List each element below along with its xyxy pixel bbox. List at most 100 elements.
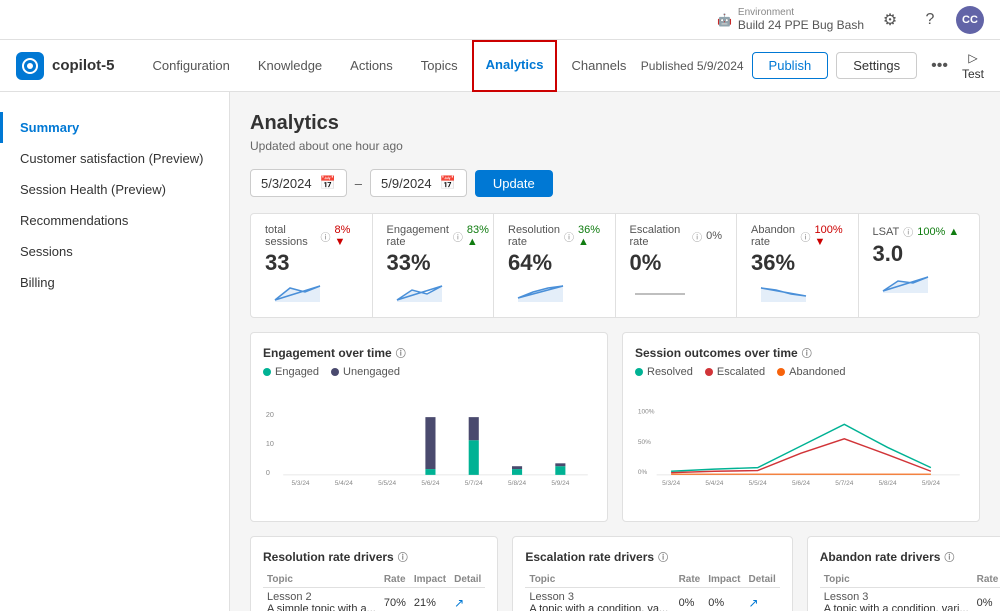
escalation-drivers-card: Escalation rate drivers ⓘ Topic Rate Imp… — [512, 536, 792, 611]
session-svg: 100% 50% 0% 5/3/24 5/4/24 5/5/24 5/6/24 … — [635, 386, 967, 506]
test-button[interactable]: ▷ Test — [962, 51, 984, 81]
escalated-dot — [705, 368, 713, 376]
robot-icon: 🤖 — [717, 13, 732, 27]
info-icon-3[interactable]: ⓘ — [564, 229, 574, 244]
escalation-info-icon[interactable]: ⓘ — [658, 549, 668, 564]
escalation-table: Topic Rate Impact Detail Lesson 3 A topi… — [525, 572, 779, 611]
nav-actions[interactable]: Actions — [336, 40, 407, 92]
date-separator: – — [355, 176, 362, 191]
engaged-dot — [263, 368, 271, 376]
test-icon: ▷ — [968, 51, 977, 65]
env-label: Environment — [738, 7, 864, 18]
settings-button[interactable]: Settings — [836, 52, 917, 79]
svg-text:5/7/24: 5/7/24 — [835, 480, 853, 487]
resolution-info-icon[interactable]: ⓘ — [398, 549, 408, 564]
brand: copilot-5 — [16, 52, 115, 80]
nav-knowledge[interactable]: Knowledge — [244, 40, 336, 92]
svg-text:5/9/24: 5/9/24 — [551, 480, 569, 487]
calendar-icon-2: 📅 — [440, 175, 456, 191]
svg-text:5/3/24: 5/3/24 — [292, 480, 310, 487]
escalation-detail-link[interactable]: ↗ — [748, 596, 758, 610]
metric-total-sessions: total sessions ⓘ 8% ▼ 33 — [251, 214, 373, 317]
nav-channels[interactable]: Channels — [557, 40, 640, 92]
brand-name: copilot-5 — [52, 57, 115, 74]
updated-label: Updated about one hour ago — [250, 139, 980, 153]
nav-topics[interactable]: Topics — [407, 40, 472, 92]
nav-analytics[interactable]: Analytics — [472, 40, 558, 92]
info-icon[interactable]: ⓘ — [320, 229, 330, 244]
calendar-icon: 📅 — [320, 175, 336, 191]
metric-escalation-rate: Escalation rate ⓘ 0% 0% — [616, 214, 738, 317]
svg-text:5/3/24: 5/3/24 — [662, 480, 680, 487]
resolved-dot — [635, 368, 643, 376]
gear-button[interactable]: ⚙ — [876, 6, 904, 34]
detail-link[interactable]: ↗ — [454, 596, 464, 610]
table-row: Lesson 3 A topic with a condition, va...… — [525, 588, 779, 611]
env-info: 🤖 Environment Build 24 PPE Bug Bash — [717, 7, 864, 32]
svg-text:20: 20 — [266, 410, 274, 419]
svg-text:5/5/24: 5/5/24 — [378, 480, 396, 487]
svg-text:100%: 100% — [638, 409, 655, 416]
svg-text:5/6/24: 5/6/24 — [792, 480, 810, 487]
top-bar: 🤖 Environment Build 24 PPE Bug Bash ⚙ ? … — [0, 0, 1000, 40]
abandon-table: Topic Rate Impact Detail Lesson 3 A topi… — [820, 572, 1000, 611]
nav-bar: copilot-5 Configuration Knowledge Action… — [0, 40, 1000, 92]
metric-lsat: LSAT ⓘ 100% ▲ 3.0 — [859, 214, 980, 317]
metric-engagement-rate: Engagement rate ⓘ 83% ▲ 33% — [373, 214, 495, 317]
sidebar-item-billing[interactable]: Billing — [0, 267, 229, 298]
session-info-icon[interactable]: ⓘ — [802, 345, 812, 360]
svg-text:5/5/24: 5/5/24 — [749, 480, 767, 487]
nav-right: Published 5/9/2024 Publish Settings ••• … — [641, 51, 984, 81]
resolution-table: Topic Rate Impact Detail Lesson 2 A simp… — [263, 572, 485, 611]
svg-text:5/4/24: 5/4/24 — [705, 480, 723, 487]
svg-text:5/6/24: 5/6/24 — [421, 480, 439, 487]
table-row: Lesson 2 A simple topic with a... 70% 21… — [263, 588, 485, 611]
avatar-button[interactable]: CC — [956, 6, 984, 34]
env-name: Build 24 PPE Bug Bash — [738, 18, 864, 32]
charts-row: Engagement over time ⓘ Engaged Unengaged — [250, 332, 980, 522]
resolution-drivers-card: Resolution rate drivers ⓘ Topic Rate Imp… — [250, 536, 498, 611]
date-from-input[interactable]: 5/3/2024 📅 — [250, 169, 347, 197]
svg-text:0%: 0% — [638, 469, 648, 476]
more-button[interactable]: ••• — [925, 53, 954, 79]
sidebar-item-session-health[interactable]: Session Health (Preview) — [0, 174, 229, 205]
nav-links: Configuration Knowledge Actions Topics A… — [139, 40, 641, 92]
main-layout: Summary Customer satisfaction (Preview) … — [0, 92, 1000, 611]
date-to-input[interactable]: 5/9/2024 📅 — [370, 169, 467, 197]
sidebar-item-summary[interactable]: Summary — [0, 112, 229, 143]
help-button[interactable]: ? — [916, 6, 944, 34]
engagement-info-icon[interactable]: ⓘ — [396, 345, 406, 360]
svg-text:5/7/24: 5/7/24 — [465, 480, 483, 487]
drivers-row: Resolution rate drivers ⓘ Topic Rate Imp… — [250, 536, 980, 611]
date-range-row: 5/3/2024 📅 – 5/9/2024 📅 Update — [250, 169, 980, 197]
published-date: Published 5/9/2024 — [641, 59, 744, 73]
sidebar-item-sessions[interactable]: Sessions — [0, 236, 229, 267]
svg-text:5/9/24: 5/9/24 — [922, 480, 940, 487]
table-row: Lesson 3 A topic with a condition, vari.… — [820, 588, 1000, 611]
sidebar-item-recommendations[interactable]: Recommendations — [0, 205, 229, 236]
info-icon-4[interactable]: ⓘ — [692, 229, 702, 244]
session-legend: Resolved Escalated Abandoned — [635, 366, 967, 378]
publish-button[interactable]: Publish — [752, 52, 829, 79]
update-button[interactable]: Update — [475, 170, 553, 197]
abandon-drivers-card: Abandon rate drivers ⓘ Topic Rate Impact… — [807, 536, 1000, 611]
info-icon-2[interactable]: ⓘ — [453, 229, 463, 244]
svg-text:10: 10 — [266, 439, 274, 448]
svg-text:0: 0 — [266, 468, 270, 477]
info-icon-6[interactable]: ⓘ — [903, 224, 913, 239]
metric-abandon-rate: Abandon rate ⓘ 100% ▼ 36% — [737, 214, 859, 317]
engagement-legend: Engaged Unengaged — [263, 366, 595, 378]
page-title: Analytics — [250, 112, 980, 135]
info-icon-5[interactable]: ⓘ — [801, 229, 811, 244]
sidebar: Summary Customer satisfaction (Preview) … — [0, 92, 230, 611]
unengaged-dot — [331, 368, 339, 376]
sidebar-item-csat[interactable]: Customer satisfaction (Preview) — [0, 143, 229, 174]
brand-icon — [16, 52, 44, 80]
svg-text:5/4/24: 5/4/24 — [335, 480, 353, 487]
nav-configuration[interactable]: Configuration — [139, 40, 244, 92]
abandoned-dot — [777, 368, 785, 376]
svg-text:5/8/24: 5/8/24 — [879, 480, 897, 487]
svg-text:50%: 50% — [638, 439, 651, 446]
svg-text:5/8/24: 5/8/24 — [508, 480, 526, 487]
abandon-info-icon[interactable]: ⓘ — [944, 549, 954, 564]
